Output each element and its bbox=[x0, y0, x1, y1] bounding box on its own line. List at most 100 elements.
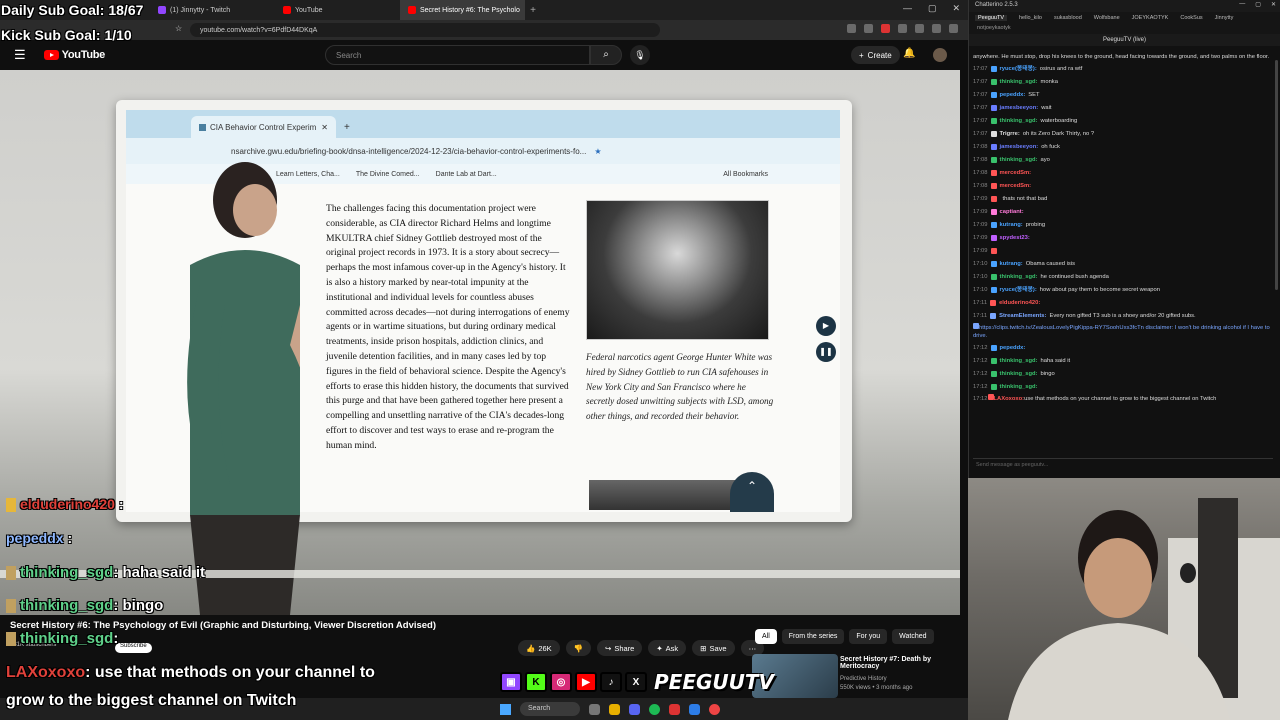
extension-icon[interactable] bbox=[864, 24, 873, 33]
chat-tab[interactable]: JOEYKAOTYK bbox=[1132, 15, 1169, 21]
taskbar-search[interactable]: Search bbox=[520, 702, 580, 716]
windows-start-icon[interactable] bbox=[500, 703, 511, 715]
recommended-title[interactable]: Secret History #7: Death by Meritocracy bbox=[840, 656, 950, 670]
chat-timestamp: 17:11 bbox=[973, 299, 988, 306]
chat-username[interactable]: thinking_sgd: bbox=[1000, 117, 1038, 125]
tab-twitch[interactable]: (1) Jinnytty - Twitch bbox=[150, 0, 275, 20]
search-button[interactable]: ⌕ bbox=[590, 45, 622, 65]
share-button[interactable]: ↪ Share bbox=[597, 640, 643, 656]
share-label: Share bbox=[614, 643, 635, 653]
chat-username[interactable]: kutrang: bbox=[1000, 260, 1023, 268]
chat-username[interactable]: thinking_sgd: bbox=[1000, 156, 1038, 164]
chat-username[interactable]: ryuce(봉태봉): bbox=[1000, 286, 1037, 294]
chat-timestamp: 17:09 bbox=[973, 247, 988, 254]
chat-tab[interactable]: Wolfsbane bbox=[1094, 15, 1120, 21]
kick-sub-goal: Kick Sub Goal: 1/10 bbox=[1, 27, 132, 43]
avatar[interactable] bbox=[933, 48, 947, 62]
chat-username[interactable]: pepeddx: bbox=[1000, 344, 1026, 352]
chat-input[interactable]: Send message as peeguutv... bbox=[973, 458, 1273, 470]
chat-username[interactable]: ryuce(봉태봉): bbox=[1000, 65, 1037, 73]
extension-icon[interactable] bbox=[898, 24, 907, 33]
minimize-icon[interactable]: — bbox=[1239, 1, 1245, 8]
subscribe-button[interactable]: Subscribe bbox=[115, 643, 152, 653]
chat-tab[interactable]: sukasblood bbox=[1054, 15, 1082, 21]
chip-from-series[interactable]: From the series bbox=[781, 629, 845, 644]
thumbs-down-icon: 👎 bbox=[573, 643, 584, 653]
chip-watched[interactable]: Watched bbox=[892, 629, 934, 644]
chrome-icon[interactable] bbox=[709, 703, 720, 715]
save-button[interactable]: ⊞ Save bbox=[692, 640, 735, 656]
address-bar[interactable]: youtube.com/watch?v=6PdfD44DKqA bbox=[190, 23, 660, 37]
chip-for-you[interactable]: For you bbox=[849, 629, 888, 644]
spotify-icon[interactable] bbox=[649, 703, 660, 715]
chat-username[interactable]: mercedSm: bbox=[1000, 169, 1032, 177]
window-controls: — ▢ ✕ bbox=[895, 0, 968, 17]
chat-tab[interactable]: PeeguuTV bbox=[975, 15, 1007, 21]
scroll-up-icon: ⌃ bbox=[730, 472, 774, 512]
close-window-icon[interactable]: ✕ bbox=[952, 3, 960, 14]
overlay-username: thinking_sgd bbox=[20, 630, 114, 647]
app-icon[interactable] bbox=[689, 703, 700, 715]
maximize-icon[interactable]: ▢ bbox=[1255, 1, 1261, 8]
chat-scrollbar[interactable] bbox=[1275, 60, 1278, 290]
chat-username[interactable]: pepeddx: bbox=[1000, 91, 1026, 99]
hamburger-menu-icon[interactable]: ☰ bbox=[14, 47, 26, 63]
recommended-video[interactable]: Secret History #7: Death by Meritocracy … bbox=[752, 654, 957, 698]
chat-tab[interactable]: Jinnytty bbox=[1215, 15, 1234, 21]
chat-username[interactable]: elduderino420: bbox=[999, 299, 1040, 307]
like-button[interactable]: 👍 26K bbox=[518, 640, 560, 656]
search-input[interactable]: Search bbox=[325, 45, 590, 65]
chat-tab[interactable]: CookSus bbox=[1180, 15, 1202, 21]
extension-icon[interactable] bbox=[915, 24, 924, 33]
chat-message: 17:11 elduderino420: bbox=[973, 296, 1273, 309]
video-player[interactable]: CIA Behavior Control Experim ✕ + nsarchi… bbox=[0, 70, 960, 615]
dislike-button[interactable]: 👎 bbox=[565, 640, 592, 656]
tab-secret-history[interactable]: Secret History #6: The Psycholo ✕ bbox=[400, 0, 525, 20]
chat-username[interactable]: jamesbeeyon: bbox=[1000, 143, 1039, 151]
like-count: 26K bbox=[538, 643, 552, 653]
chat-badge-icon bbox=[990, 169, 997, 176]
microphone-icon[interactable]: 🎙 bbox=[630, 45, 650, 65]
app-icon[interactable] bbox=[669, 703, 680, 715]
chat-username[interactable]: captiant: bbox=[1000, 208, 1024, 216]
file-explorer-icon[interactable] bbox=[609, 703, 620, 715]
create-button[interactable]: + Create bbox=[851, 46, 900, 64]
task-view-icon[interactable] bbox=[589, 703, 600, 715]
ask-button[interactable]: ✦ Ask bbox=[648, 640, 687, 656]
extension-icon[interactable] bbox=[932, 24, 941, 33]
chat-timestamp: 17:07 bbox=[973, 130, 988, 137]
chat-timestamp: 17:08 bbox=[973, 169, 988, 176]
chat-text: ayo bbox=[1040, 156, 1050, 163]
chat-timestamp: 17:09 bbox=[973, 234, 988, 241]
chat-username[interactable]: mercedSm: bbox=[1000, 182, 1032, 190]
overlay-chat-line: elduderino420 : bbox=[6, 496, 123, 513]
close-window-icon[interactable]: ✕ bbox=[1271, 1, 1276, 8]
chat-username[interactable]: thinking_sgd: bbox=[1000, 383, 1038, 391]
extension-icon[interactable] bbox=[881, 24, 890, 33]
tab-youtube[interactable]: YouTube bbox=[275, 0, 400, 20]
chat-username[interactable]: thinking_sgd: bbox=[1000, 357, 1038, 365]
chat-username[interactable]: kutrang: bbox=[1000, 221, 1023, 229]
chip-all[interactable]: All bbox=[755, 629, 777, 644]
bookmark-star-icon[interactable]: ☆ bbox=[175, 24, 182, 33]
chat-username[interactable]: jamesbeeyon: bbox=[1000, 104, 1039, 112]
menu-icon[interactable] bbox=[949, 24, 958, 33]
chat-tab[interactable]: hello_kilo bbox=[1019, 15, 1042, 21]
youtube-logo[interactable]: YouTube bbox=[43, 49, 105, 61]
chat-username[interactable]: thinking_sgd: bbox=[1000, 273, 1038, 281]
minimize-icon[interactable]: — bbox=[903, 3, 912, 14]
chat-subtab[interactable]: notjoeykaotyk bbox=[969, 24, 1280, 34]
chat-text: Every non gifted T3 sub is a shoey and/o… bbox=[1049, 312, 1196, 319]
chat-username[interactable]: Trigrre: bbox=[1000, 130, 1020, 138]
chat-username[interactable]: thinking_sgd: bbox=[1000, 78, 1038, 86]
chat-username[interactable]: thinking_sgd: bbox=[1000, 370, 1038, 378]
chat-username[interactable]: StreamElements: bbox=[999, 312, 1046, 320]
chat-username[interactable]: LAXoxoxo: bbox=[994, 396, 1025, 402]
discord-icon[interactable] bbox=[629, 703, 640, 715]
maximize-icon[interactable]: ▢ bbox=[928, 3, 937, 14]
notifications-bell-icon[interactable]: 🔔 bbox=[903, 48, 915, 59]
chat-username[interactable]: spydest23: bbox=[1000, 234, 1030, 242]
second-photo bbox=[589, 480, 744, 510]
new-tab-button[interactable]: + bbox=[525, 5, 541, 16]
extension-icon[interactable] bbox=[847, 24, 856, 33]
